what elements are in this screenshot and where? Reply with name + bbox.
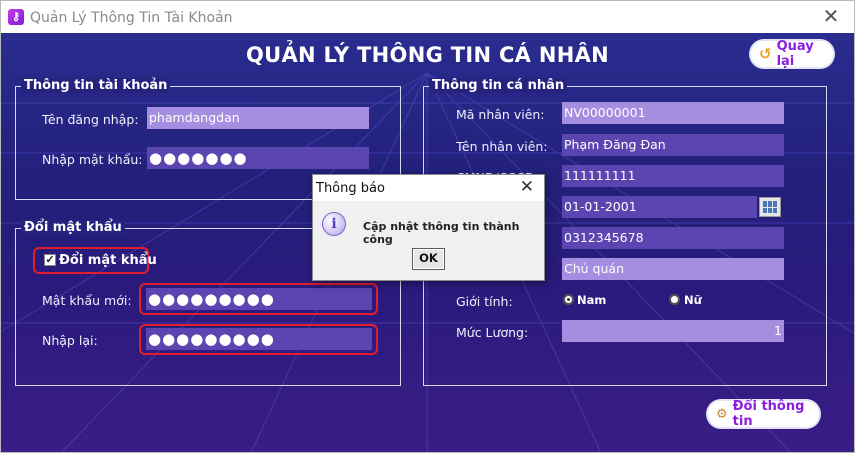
confirm-password-label: Nhập lại: [42, 333, 98, 348]
dialog-message: Cập nhật thông tin thành công [363, 220, 520, 246]
app-window: ⚷ Quản Lý Thông Tin Tài Khoản ✕ QUẢN LÝ … [0, 0, 855, 453]
username-field[interactable]: phamdangdan [147, 107, 369, 129]
employee-name-label: Tên nhân viên: [456, 139, 548, 154]
update-info-button[interactable]: ⚙ Đổi thông tin [708, 399, 819, 429]
notification-dialog: Thông báo ✕ i Cập nhật thông tin thành c… [312, 174, 545, 281]
password-label: Nhập mật khẩu: [42, 152, 143, 167]
gender-female-label[interactable]: Nữ [684, 293, 702, 307]
gender-male-radio[interactable] [563, 294, 574, 305]
employee-name-field[interactable]: Phạm Đăng Đan [562, 134, 784, 156]
gender-male-label[interactable]: Nam [577, 293, 606, 307]
main-content: QUẢN LÝ THÔNG TIN CÁ NHÂN ↺ Quay lại Thô… [1, 33, 854, 452]
window-title: Quản Lý Thông Tin Tài Khoản [30, 10, 233, 26]
new-password-label: Mật khẩu mới: [42, 293, 132, 308]
change-password-checkbox[interactable]: ✓ [44, 254, 56, 266]
back-button-label: Quay lại [776, 39, 814, 69]
birth-date-field[interactable]: 01-01-2001 [562, 196, 757, 218]
password-field[interactable]: ●●●●●●● [147, 147, 369, 169]
cmnd-field[interactable]: 111111111 [562, 165, 784, 187]
key-icon: ⚷ [8, 9, 24, 25]
employee-id-field[interactable]: NV00000001 [562, 102, 784, 124]
phone-field[interactable]: 0312345678 [562, 227, 784, 249]
confirm-password-field[interactable]: ●●●●●●●●● [146, 328, 372, 350]
salary-label: Mức Lương: [456, 325, 529, 340]
window-close-button[interactable]: ✕ [820, 6, 842, 28]
role-field[interactable]: Chủ quán [562, 258, 784, 280]
username-label: Tên đăng nhập: [42, 112, 139, 127]
gender-label: Giới tính: [456, 294, 513, 309]
info-icon: i [322, 212, 346, 236]
account-legend: Thông tin tài khoản [21, 78, 171, 93]
change-password-legend: Đổi mật khẩu [21, 220, 125, 235]
dialog-ok-button[interactable]: OK [412, 248, 445, 270]
calendar-icon[interactable] [759, 197, 781, 217]
page-title: QUẢN LÝ THÔNG TIN CÁ NHÂN [245, 43, 610, 67]
change-password-checkbox-label[interactable]: Đổi mật khẩu [59, 253, 157, 268]
new-password-field[interactable]: ●●●●●●●●● [146, 288, 372, 310]
person-gear-icon: ⚙ [716, 406, 728, 422]
gender-female-radio[interactable] [669, 294, 680, 305]
back-button[interactable]: ↺ Quay lại [751, 39, 833, 69]
dialog-title-bar: Thông báo ✕ [313, 175, 544, 201]
personal-info-legend: Thông tin cá nhân [429, 78, 568, 93]
title-bar: ⚷ Quản Lý Thông Tin Tài Khoản ✕ [1, 1, 854, 33]
dialog-close-icon[interactable]: ✕ [520, 177, 534, 197]
salary-field[interactable]: 1 [562, 320, 784, 342]
back-arrow-icon: ↺ [759, 45, 772, 63]
employee-id-label: Mã nhân viên: [456, 107, 545, 122]
dialog-title: Thông báo [316, 181, 385, 196]
update-info-button-label: Đổi thông tin [732, 399, 805, 429]
